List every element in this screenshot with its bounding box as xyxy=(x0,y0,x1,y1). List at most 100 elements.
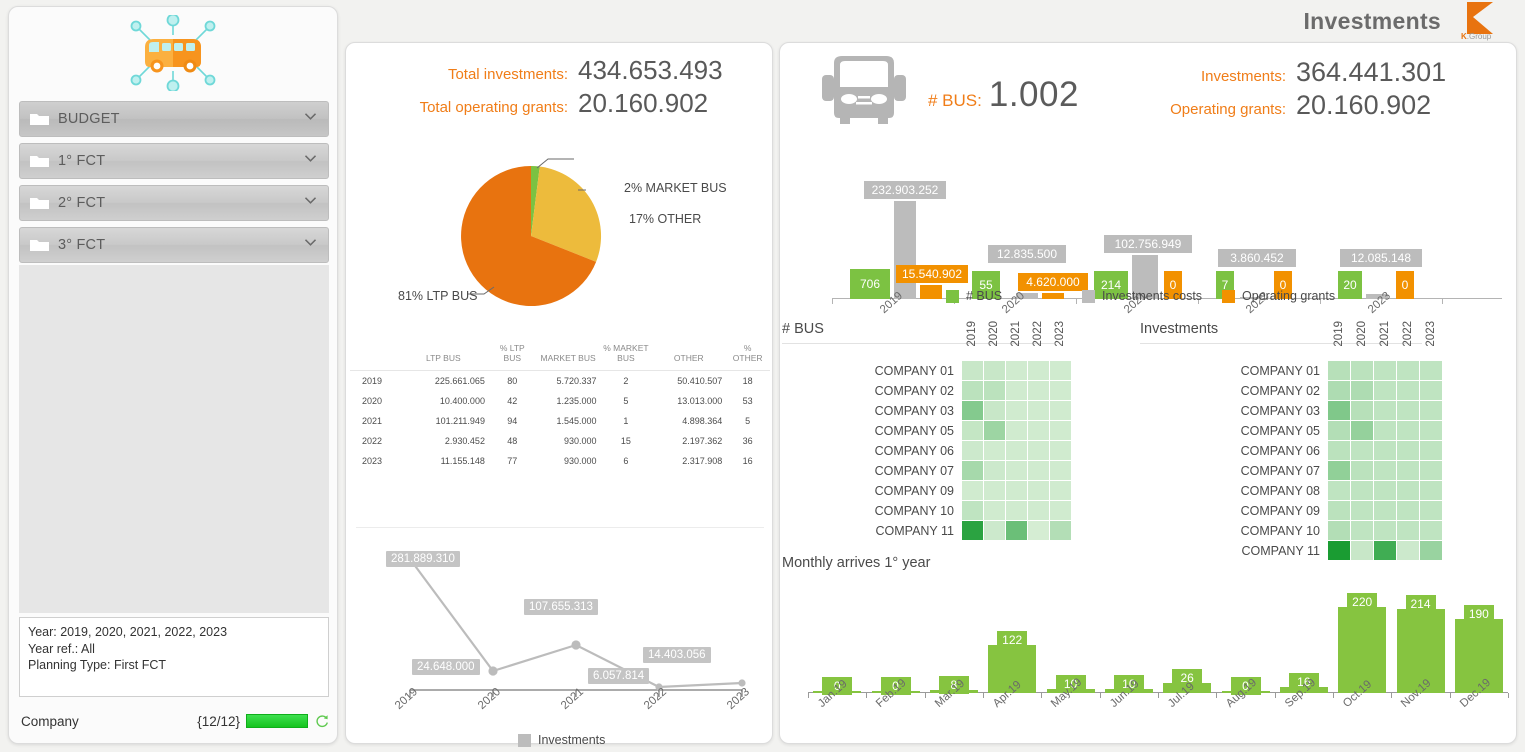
heatmap-cell[interactable] xyxy=(1028,401,1049,420)
th-pct-ltp-bus[interactable]: % LTP BUS xyxy=(488,341,537,371)
heatmap-cell[interactable] xyxy=(1028,521,1049,540)
heatmap-row-label[interactable]: COMPANY 11 xyxy=(782,524,955,538)
heatmap-cell[interactable] xyxy=(1328,501,1350,520)
heatmap-cell[interactable] xyxy=(1028,441,1049,460)
th-year[interactable] xyxy=(350,341,399,371)
heatmap-cell[interactable] xyxy=(1374,461,1396,480)
heatmap-cell[interactable] xyxy=(1374,441,1396,460)
heatmap-cell[interactable] xyxy=(962,381,983,400)
heatmap-cell[interactable] xyxy=(1050,381,1071,400)
heatmap-cell[interactable] xyxy=(1028,481,1049,500)
heatmap-cell[interactable] xyxy=(1420,361,1442,380)
heatmap-row-label[interactable]: COMPANY 07 xyxy=(1140,464,1320,478)
heatmap-cell[interactable] xyxy=(1006,361,1027,380)
heatmap-cell[interactable] xyxy=(1420,381,1442,400)
heatmap-cell[interactable] xyxy=(1351,421,1373,440)
heatmap-cell[interactable] xyxy=(984,521,1005,540)
heatmap-row-label[interactable]: COMPANY 03 xyxy=(782,404,954,418)
heatmap-cell[interactable] xyxy=(984,461,1005,480)
heatmap-cell[interactable] xyxy=(1374,541,1396,560)
bus-heatmap[interactable]: # BUS COMPANY 01 COMPANY 02 COMPANY 03 COMP… xyxy=(782,321,1072,546)
refresh-icon[interactable] xyxy=(315,714,329,729)
heatmap-row-label[interactable]: COMPANY 05 xyxy=(1140,424,1320,438)
heatmap-cell[interactable] xyxy=(962,501,983,520)
heatmap-cell[interactable] xyxy=(1050,521,1071,540)
heatmap-cell[interactable] xyxy=(1374,421,1396,440)
heatmap-cell[interactable] xyxy=(962,521,983,540)
heatmap-cell[interactable] xyxy=(1328,521,1350,540)
heatmap-cell[interactable] xyxy=(1420,461,1442,480)
heatmap-cell[interactable] xyxy=(1328,441,1350,460)
heatmap-cell[interactable] xyxy=(1050,401,1071,420)
heatmap-row-label[interactable]: COMPANY 03 xyxy=(1140,404,1320,418)
heatmap-year-header[interactable]: 2023 xyxy=(1425,321,1437,347)
heatmap-year-header[interactable]: 2021 xyxy=(1010,321,1022,347)
combo-legend-costs[interactable]: Investments costs xyxy=(1082,289,1202,303)
heatmap-cell[interactable] xyxy=(962,361,983,380)
heatmap-cell[interactable] xyxy=(1006,481,1027,500)
heatmap-cell[interactable] xyxy=(1328,401,1350,420)
heatmap-cell[interactable] xyxy=(1006,421,1027,440)
sidebar-item-fct3[interactable]: 3° FCT xyxy=(19,227,329,263)
heatmap-row-label[interactable]: COMPANY 11 xyxy=(1140,544,1321,558)
heatmap-cell[interactable] xyxy=(1351,381,1373,400)
sidebar-item-fct2[interactable]: 2° FCT xyxy=(19,185,329,221)
heatmap-year-header[interactable]: 2021 xyxy=(1379,321,1391,347)
heatmap-row-label[interactable]: COMPANY 07 xyxy=(782,464,954,478)
heatmap-row-label[interactable]: COMPANY 09 xyxy=(1140,504,1320,518)
heatmap-cell[interactable] xyxy=(1328,541,1350,560)
heatmap-cell[interactable] xyxy=(1420,441,1442,460)
heatmap-row-label[interactable]: COMPANY 01 xyxy=(1140,364,1320,378)
th-other[interactable]: OTHER xyxy=(652,341,725,371)
investments-heatmap[interactable]: Investments COMPANY 01 COMPANY 02 COMPANY … xyxy=(1140,321,1442,566)
heatmap-cell[interactable] xyxy=(1028,421,1049,440)
heatmap-cell[interactable] xyxy=(1374,381,1396,400)
heatmap-row-label[interactable]: COMPANY 08 xyxy=(1140,484,1320,498)
heatmap-cell[interactable] xyxy=(1397,501,1419,520)
combo-bar-costs[interactable] xyxy=(894,201,916,299)
heatmap-cell[interactable] xyxy=(1006,441,1027,460)
heatmap-cell[interactable] xyxy=(1351,461,1373,480)
heatmap-cell[interactable] xyxy=(1420,521,1442,540)
heatmap-cell[interactable] xyxy=(1028,381,1049,400)
heatmap-row-label[interactable]: COMPANY 06 xyxy=(782,444,954,458)
combo-bar-grants[interactable] xyxy=(920,285,942,299)
heatmap-cell[interactable] xyxy=(1006,381,1027,400)
th-market-bus[interactable]: MARKET BUS xyxy=(537,341,600,371)
heatmap-cell[interactable] xyxy=(1351,481,1373,500)
heatmap-cell[interactable] xyxy=(1420,401,1442,420)
heatmap-row-label[interactable]: COMPANY 09 xyxy=(782,484,954,498)
line-chart-svg[interactable] xyxy=(346,537,774,737)
heatmap-cell[interactable] xyxy=(1420,501,1442,520)
heatmap-cell[interactable] xyxy=(1397,381,1419,400)
heatmap-cell[interactable] xyxy=(1028,361,1049,380)
heatmap-cell[interactable] xyxy=(1374,361,1396,380)
heatmap-cell[interactable] xyxy=(1050,441,1071,460)
heatmap-row-label[interactable]: COMPANY 05 xyxy=(782,424,954,438)
company-filter-row[interactable]: Company {12/12} xyxy=(21,709,329,733)
heatmap-cell[interactable] xyxy=(1351,501,1373,520)
heatmap-cell[interactable] xyxy=(984,441,1005,460)
heatmap-cell[interactable] xyxy=(962,481,983,500)
heatmap-cell[interactable] xyxy=(1351,541,1373,560)
heatmap-row-label[interactable]: COMPANY 02 xyxy=(1140,384,1320,398)
th-pct-other[interactable]: % OTHER xyxy=(725,341,770,371)
heatmap-cell[interactable] xyxy=(1374,521,1396,540)
chevron-down-icon[interactable] xyxy=(305,197,316,204)
heatmap-cell[interactable] xyxy=(1328,481,1350,500)
heatmap-cell[interactable] xyxy=(1028,461,1049,480)
company-filter-bar[interactable] xyxy=(246,714,308,728)
table-row[interactable]: 2022 2.930.452 48 930.000 15 2.197.362 3… xyxy=(350,431,770,451)
table-row[interactable]: 2021 101.211.949 94 1.545.000 1 4.898.36… xyxy=(350,411,770,431)
heatmap-cell[interactable] xyxy=(1028,501,1049,520)
th-ltp-bus[interactable]: LTP BUS xyxy=(399,341,488,371)
table-row[interactable]: 2020 10.400.000 42 1.235.000 5 13.013.00… xyxy=(350,391,770,411)
heatmap-year-header[interactable]: 2020 xyxy=(988,321,1000,347)
heatmap-row-label[interactable]: COMPANY 01 xyxy=(782,364,954,378)
combo-legend-grants[interactable]: Operating grants xyxy=(1222,289,1335,303)
chevron-down-icon[interactable] xyxy=(305,155,316,162)
heatmap-cell[interactable] xyxy=(1050,421,1071,440)
table-row[interactable]: 2023 11.155.148 77 930.000 6 2.317.908 1… xyxy=(350,451,770,471)
table-row[interactable]: 2019 225.661.065 80 5.720.337 2 50.410.5… xyxy=(350,371,770,392)
combo-bar-grants[interactable] xyxy=(1042,293,1064,299)
